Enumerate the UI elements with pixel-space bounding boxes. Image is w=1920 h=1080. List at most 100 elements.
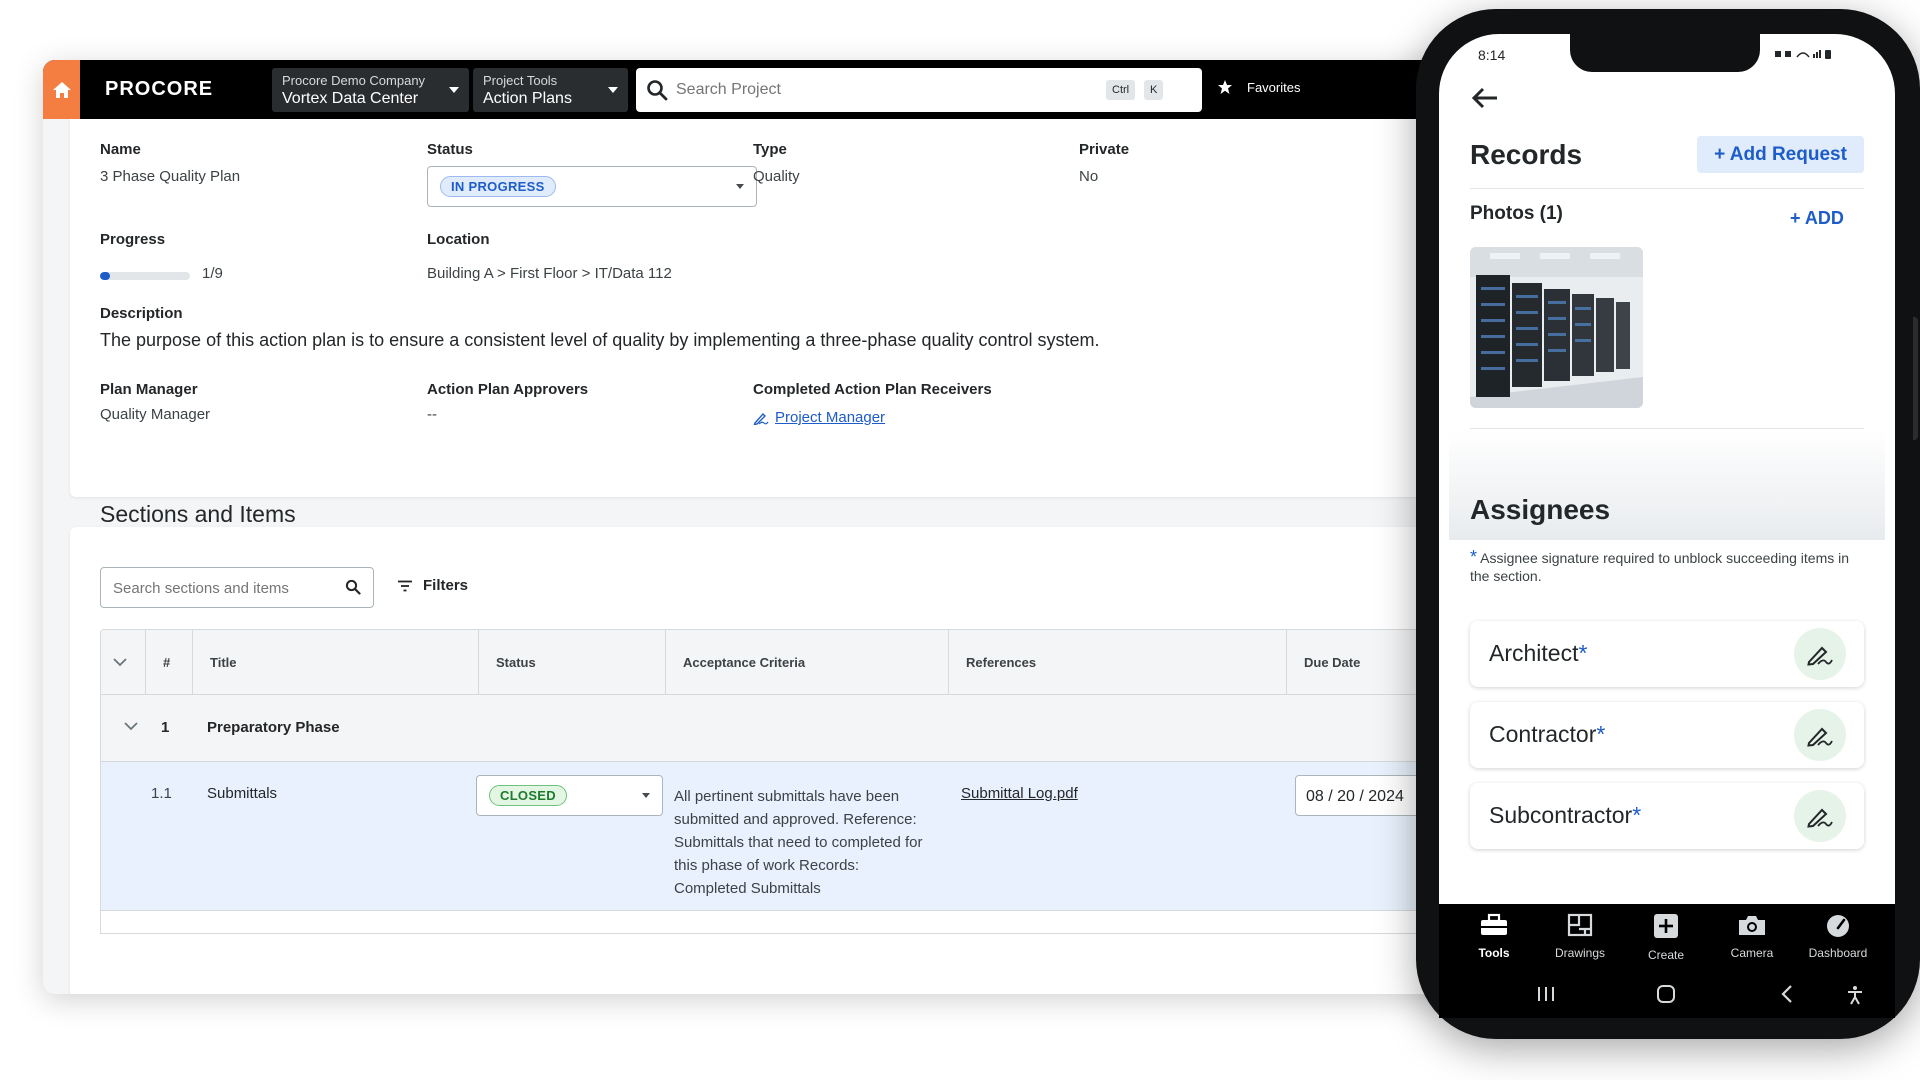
- plan-manager-value: Quality Manager: [100, 406, 211, 423]
- company-selector[interactable]: Procore Demo Company Vortex Data Center: [272, 68, 469, 112]
- chevron-down-icon[interactable]: [112, 656, 128, 668]
- assignees-title: Assignees: [1470, 494, 1611, 525]
- table-header: # Title Status Acceptance Criteria Refer…: [101, 630, 1459, 695]
- sign-button[interactable]: [1794, 628, 1846, 680]
- battery-icon: [1775, 50, 1831, 59]
- chevron-down-icon: [736, 184, 744, 189]
- progress-bar-fill: [100, 272, 110, 280]
- tab-create[interactable]: Create: [1626, 913, 1706, 962]
- section-row[interactable]: 1 Preparatory Phase: [101, 695, 1459, 762]
- add-request-button[interactable]: + Add Request: [1697, 136, 1864, 173]
- approvers-value: --: [427, 406, 437, 423]
- gauge-icon: [1827, 915, 1849, 937]
- plan-manager-label: Plan Manager: [100, 381, 198, 398]
- signature-icon: [1807, 646, 1833, 666]
- recent-apps-icon[interactable]: [1536, 985, 1556, 1003]
- filters-button[interactable]: Filters: [397, 577, 468, 594]
- location-label: Location: [427, 231, 490, 248]
- home-nav-icon[interactable]: [1656, 985, 1676, 1003]
- camera-icon: [1739, 916, 1765, 935]
- progress-bar: [100, 272, 190, 280]
- item-title[interactable]: Submittals: [207, 785, 277, 802]
- search-icon: [647, 80, 668, 101]
- home-button[interactable]: [43, 60, 80, 119]
- back-nav-icon[interactable]: [1780, 985, 1794, 1003]
- home-icon: [52, 81, 71, 98]
- toolbox-icon: [1481, 913, 1507, 935]
- description-value: The purpose of this action plan is to en…: [100, 330, 1100, 350]
- photo-thumbnail[interactable]: [1470, 247, 1643, 408]
- shortcut-key-k: K: [1144, 80, 1164, 100]
- tool-selector[interactable]: Project Tools Action Plans: [473, 68, 628, 112]
- project-search-bar[interactable]: Ctrl K: [636, 68, 1202, 112]
- divider: [1470, 188, 1864, 189]
- assignee-name-text: Contractor: [1489, 721, 1597, 747]
- required-asterisk: *: [1470, 547, 1478, 567]
- chevron-down-icon: [449, 87, 459, 93]
- section-title: Preparatory Phase: [207, 719, 340, 736]
- assignee-card-contractor[interactable]: Contractor*: [1470, 702, 1864, 768]
- status-dropdown[interactable]: IN PROGRESS: [427, 166, 757, 207]
- private-value: No: [1079, 168, 1099, 185]
- private-label: Private: [1079, 141, 1130, 158]
- receiver-link[interactable]: Project Manager: [753, 409, 885, 426]
- reference-link[interactable]: Submittal Log.pdf: [961, 785, 1078, 802]
- signature-icon: [753, 412, 769, 425]
- column-header-title: Title: [192, 630, 478, 695]
- item-status-dropdown[interactable]: CLOSED: [476, 775, 663, 816]
- tab-drawings[interactable]: Drawings: [1540, 913, 1620, 960]
- add-photo-button[interactable]: + ADD: [1790, 208, 1844, 229]
- sections-search[interactable]: [100, 567, 374, 608]
- assignee-name-text: Subcontractor: [1489, 802, 1633, 828]
- location-value: Building A > First Floor > IT/Data 112: [427, 265, 672, 282]
- photos-label: Photos (1): [1470, 203, 1563, 224]
- name-label: Name: [100, 141, 141, 158]
- tool-selector-value: Action Plans: [483, 90, 572, 107]
- chevron-down-icon[interactable]: [123, 720, 139, 732]
- status-badge: CLOSED: [489, 785, 567, 806]
- table-row[interactable]: 1.1 Submittals CLOSED All pertinent subm…: [101, 762, 1459, 911]
- assignee-note: * Assignee signature required to unblock…: [1470, 548, 1850, 585]
- receiver-link-text[interactable]: Project Manager: [775, 409, 885, 426]
- column-header-status: Status: [478, 630, 665, 695]
- drawings-icon: [1567, 913, 1593, 937]
- assignee-name: Architect*: [1489, 640, 1587, 667]
- status-bar-icons: [1773, 48, 1833, 63]
- sign-button[interactable]: [1794, 790, 1846, 842]
- tab-label: Drawings: [1554, 946, 1605, 960]
- tool-selector-label: Project Tools: [483, 73, 558, 88]
- star-icon: [1218, 80, 1232, 94]
- tab-camera[interactable]: Camera: [1712, 913, 1792, 960]
- project-search-input[interactable]: [676, 78, 1076, 102]
- tab-dashboard[interactable]: Dashboard: [1798, 913, 1878, 960]
- chevron-down-icon: [608, 87, 618, 93]
- type-value: Quality: [753, 168, 800, 185]
- assignee-note-text: Assignee signature required to unblock s…: [1470, 550, 1850, 584]
- type-label: Type: [753, 141, 787, 158]
- sections-search-input[interactable]: [113, 578, 333, 598]
- status-badge: IN PROGRESS: [440, 176, 556, 197]
- records-title: Records: [1470, 139, 1583, 170]
- approvers-label: Action Plan Approvers: [427, 381, 589, 398]
- tab-label: Camera: [1730, 946, 1774, 960]
- favorites-label: Favorites: [1247, 79, 1301, 95]
- server-room-photo: [1470, 247, 1643, 408]
- assignee-card-architect[interactable]: Architect*: [1470, 621, 1864, 687]
- filters-label: Filters: [423, 577, 469, 594]
- procore-logo[interactable]: PROCORE: [105, 78, 213, 101]
- plus-square-icon: [1654, 914, 1678, 938]
- required-asterisk: *: [1596, 721, 1606, 747]
- assignee-name-text: Architect: [1489, 640, 1579, 666]
- favorites-button[interactable]: Favorites: [1217, 79, 1300, 95]
- sign-button[interactable]: [1794, 709, 1846, 761]
- shortcut-key-ctrl: Ctrl: [1106, 80, 1136, 100]
- assignee-card-subcontractor[interactable]: Subcontractor*: [1470, 783, 1864, 849]
- accessibility-icon[interactable]: [1846, 985, 1864, 1005]
- tab-tools[interactable]: Tools: [1454, 913, 1534, 960]
- assignee-name: Subcontractor*: [1489, 802, 1641, 829]
- progress-label: Progress: [100, 231, 166, 248]
- tab-label: Tools: [1478, 946, 1510, 960]
- back-arrow-icon[interactable]: [1471, 87, 1499, 109]
- name-value: 3 Phase Quality Plan: [100, 168, 241, 185]
- top-navigation-bar: PROCORE Procore Demo Company Vortex Data…: [43, 60, 1460, 119]
